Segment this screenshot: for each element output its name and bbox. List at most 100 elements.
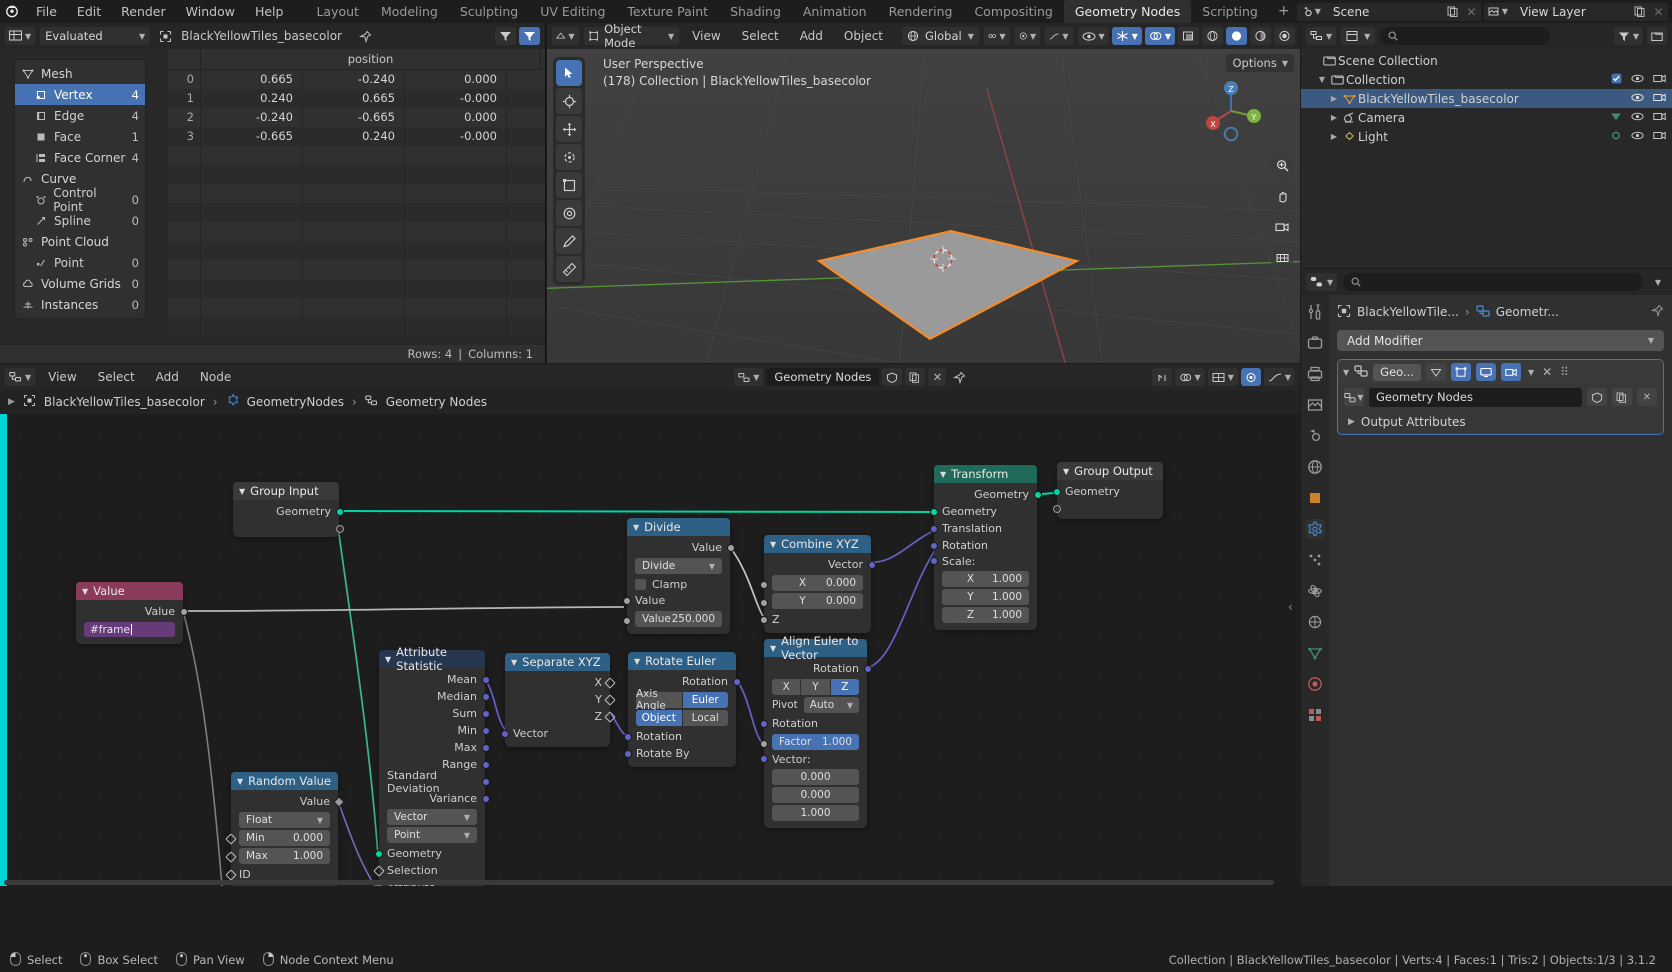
node-header[interactable]: ▼ Rotate Euler: [628, 652, 736, 670]
collapse-chevron-icon[interactable]: ▼: [770, 540, 776, 549]
node-output-max[interactable]: Max: [379, 739, 490, 756]
tab-physics[interactable]: [1305, 581, 1325, 601]
socket-range[interactable]: [481, 761, 490, 769]
properties-search-input[interactable]: [1343, 273, 1643, 291]
scale-y-field[interactable]: Y 1.000: [942, 589, 1029, 605]
proportional-edit-toggle[interactable]: [1240, 368, 1261, 386]
node-output-mean[interactable]: Mean: [379, 671, 490, 688]
table-row[interactable]: 3 -0.665 0.240 -0.000: [168, 127, 545, 146]
new-view-layer-button[interactable]: [1630, 2, 1649, 21]
show-on-cage-toggle[interactable]: [1450, 363, 1471, 381]
node-tree-name-field[interactable]: Geometry Nodes: [766, 368, 880, 386]
socket-y[interactable]: [759, 599, 768, 607]
table-row[interactable]: 0 0.665 -0.240 0.000: [168, 70, 545, 89]
value-driver-field[interactable]: #frame: [84, 622, 175, 637]
editor-type-selector[interactable]: ▼: [1306, 273, 1338, 291]
checkbox-icon[interactable]: [635, 578, 646, 590]
tab-render[interactable]: [1305, 333, 1325, 353]
fake-user-toggle[interactable]: [1587, 388, 1607, 406]
node-input-rotation[interactable]: Rotation: [623, 728, 736, 745]
pin-icon[interactable]: [949, 368, 970, 386]
node-menu-node[interactable]: Node: [192, 368, 239, 386]
socket-max[interactable]: [481, 744, 490, 752]
transform-orientation-dropdown[interactable]: Global ▼: [902, 27, 979, 45]
tab-geometry-nodes[interactable]: Geometry Nodes: [1063, 0, 1192, 23]
expand-triangle-icon[interactable]: ▶: [1327, 94, 1341, 103]
tab-modeling[interactable]: Modeling: [370, 0, 449, 23]
node-menu-add[interactable]: Add: [148, 368, 187, 386]
tab-scene[interactable]: [1305, 426, 1325, 446]
editor-type-selector[interactable]: ▼: [1306, 27, 1337, 45]
breadcrumb-object-name[interactable]: BlackYellowTile...: [1357, 305, 1459, 319]
socket-value[interactable]: [332, 796, 345, 808]
socket-factor[interactable]: [759, 740, 768, 748]
domain-mesh[interactable]: Mesh: [15, 63, 145, 84]
blender-logo-icon[interactable]: [0, 0, 26, 23]
node-header[interactable]: ▼ Value: [76, 582, 183, 600]
domain-edge[interactable]: Edge 4: [15, 105, 145, 126]
expand-triangle-icon[interactable]: ▶: [1327, 113, 1341, 122]
outliner-search-input[interactable]: [1380, 27, 1551, 45]
axis-y[interactable]: Y: [801, 679, 830, 695]
vector-x-field[interactable]: 0.000: [772, 769, 859, 785]
shading-solid-button[interactable]: [1226, 27, 1247, 45]
expand-triangle-icon[interactable]: ▶: [1327, 132, 1341, 141]
drag-handle-icon[interactable]: ⠿: [1560, 365, 1569, 379]
max-field[interactable]: Max 1.000: [239, 848, 330, 864]
breadcrumb-modifier[interactable]: GeometryNodes: [247, 395, 344, 409]
snap-node-button[interactable]: [1151, 368, 1172, 386]
node-header[interactable]: ▼ Separate XYZ: [505, 653, 610, 671]
camera-render-icon[interactable]: [1653, 111, 1666, 125]
socket-translation[interactable]: [929, 525, 938, 533]
node-input-geometry[interactable]: Geometry: [929, 503, 1037, 520]
socket-rotation-in[interactable]: [759, 720, 768, 728]
overlays-toggle[interactable]: ▼: [1144, 27, 1175, 45]
collapse-chevron-icon[interactable]: ▼: [82, 587, 88, 596]
node-input-rotation[interactable]: Rotation: [929, 537, 1037, 554]
data-type-dropdown[interactable]: Float ▼: [239, 812, 330, 828]
domain-instances[interactable]: Instances 0: [15, 294, 145, 315]
tab-particles[interactable]: [1305, 550, 1325, 570]
node-menu-select[interactable]: Select: [90, 368, 143, 386]
node-input-geometry[interactable]: Geometry: [1052, 483, 1163, 500]
fake-user-toggle[interactable]: [882, 368, 903, 386]
chevron-right-icon[interactable]: ▶: [1348, 417, 1355, 427]
breadcrumb-back-icon[interactable]: ▶: [8, 397, 15, 407]
editor-type-selector[interactable]: ▼: [5, 27, 36, 45]
node-output-y[interactable]: Y: [505, 691, 616, 708]
view-layer-icon[interactable]: ▼: [1483, 2, 1512, 21]
show-in-edit-mode-toggle[interactable]: [1425, 363, 1446, 381]
viewport-menu-view[interactable]: View: [684, 27, 728, 45]
pan-hand-icon[interactable]: [1270, 184, 1294, 208]
properties-options-icon[interactable]: ▼: [1649, 273, 1667, 291]
node-output-geometry[interactable]: Geometry: [934, 486, 1042, 503]
socket-value[interactable]: [726, 544, 735, 552]
breadcrumb-modifier-name[interactable]: Geometr...: [1496, 305, 1559, 319]
vector-z-field[interactable]: 1.000: [772, 805, 859, 821]
menu-help[interactable]: Help: [245, 0, 294, 23]
dataset-mode-dropdown[interactable]: Evaluated ▼: [40, 27, 151, 45]
snapping-toggle[interactable]: ▼: [983, 27, 1010, 45]
browse-node-group-icon[interactable]: ▼: [1344, 388, 1364, 406]
remove-view-layer-button[interactable]: ✕: [1649, 2, 1668, 21]
min-field[interactable]: Min 0.000: [239, 830, 330, 846]
socket-rotation[interactable]: [732, 678, 741, 686]
tab-rendering[interactable]: Rendering: [878, 0, 964, 23]
node-rotate-euler[interactable]: ▼ Rotate Euler Rotation Axis Angle Euler…: [623, 652, 741, 767]
falloff-toggle[interactable]: ▼: [1045, 27, 1073, 45]
socket-z[interactable]: [604, 711, 616, 723]
modifier-name-field[interactable]: Geo...: [1373, 363, 1421, 381]
outliner-item-light[interactable]: ▶ Light: [1301, 127, 1672, 146]
tab-modifiers[interactable]: [1305, 519, 1325, 539]
delete-scene-button[interactable]: ✕: [1461, 2, 1481, 21]
new-node-group-button[interactable]: [1612, 388, 1632, 406]
tab-compositing[interactable]: Compositing: [963, 0, 1063, 23]
collapse-chevron-icon[interactable]: ▼: [1343, 368, 1349, 377]
collapse-chevron-icon[interactable]: ▼: [940, 470, 946, 479]
browse-node-tree-button[interactable]: ▼: [734, 368, 764, 386]
domain-point[interactable]: Point 0: [15, 252, 145, 273]
node-header[interactable]: ▼ Divide: [627, 518, 730, 536]
node-header[interactable]: ▼ Attribute Statistic: [379, 645, 485, 673]
eye-icon[interactable]: [1631, 130, 1644, 144]
render-display-toggle[interactable]: [1500, 363, 1521, 381]
